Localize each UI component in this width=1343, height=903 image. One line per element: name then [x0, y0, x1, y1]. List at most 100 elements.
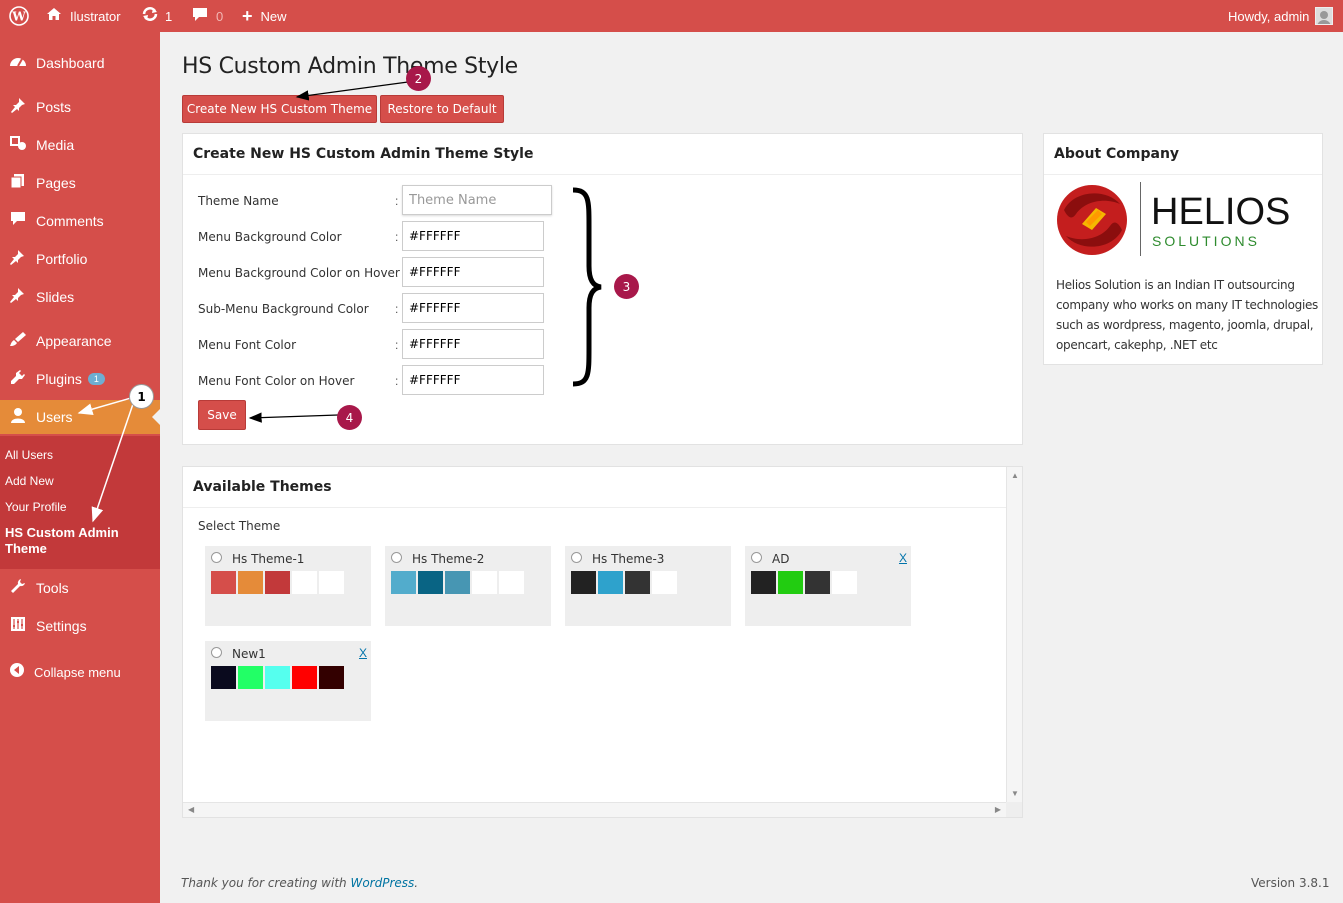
swatch: [319, 571, 344, 594]
howdy-text: Howdy, admin: [1228, 8, 1310, 24]
menu-label: Settings: [36, 618, 87, 634]
new-content-link[interactable]: + New: [242, 0, 287, 32]
restore-default-button[interactable]: Restore to Default: [380, 95, 504, 123]
field-colon: :: [395, 266, 399, 280]
swatch: [499, 571, 524, 594]
theme-radio[interactable]: [211, 552, 222, 563]
menu-appearance[interactable]: Appearance: [0, 324, 160, 358]
slides-icon: [0, 287, 36, 308]
menu-font-color-input[interactable]: [402, 329, 544, 359]
menu-bg-hover-color-input[interactable]: [402, 257, 544, 287]
menu-label: Pages: [36, 175, 76, 191]
scroll-left-arrow-icon[interactable]: ◀: [188, 805, 194, 814]
theme-card[interactable]: Hs Theme-1: [205, 546, 371, 626]
menu-pages[interactable]: Pages: [0, 166, 160, 200]
swatch: [265, 666, 290, 689]
helios-logo-icon: [1057, 185, 1127, 255]
new-label: New: [260, 8, 287, 24]
wordpress-logo-icon[interactable]: W: [9, 0, 29, 32]
submenu-hs-custom-admin-theme[interactable]: HS Custom Admin Theme: [5, 525, 145, 557]
site-name-link[interactable]: Ilustrator: [46, 0, 121, 32]
swatch: [778, 571, 803, 594]
menu-portfolio[interactable]: Portfolio: [0, 242, 160, 276]
delete-theme-link[interactable]: X: [899, 551, 907, 565]
select-theme-label: Select Theme: [198, 519, 281, 533]
menu-bg-color-input[interactable]: [402, 221, 544, 251]
create-new-theme-button[interactable]: Create New HS Custom Theme: [182, 95, 377, 123]
swatch: [319, 666, 344, 689]
submenu-bg-color-label: Sub-Menu Background Color: [198, 302, 369, 316]
theme-name-input[interactable]: [402, 185, 552, 215]
horizontal-scrollbar[interactable]: ◀ ▶: [183, 802, 1006, 817]
swatch: [265, 571, 290, 594]
swatch: [805, 571, 830, 594]
theme-card[interactable]: Hs Theme-3: [565, 546, 731, 626]
logo-divider: [1140, 182, 1141, 256]
updates-link[interactable]: 1: [141, 0, 172, 32]
menu-media[interactable]: Media: [0, 128, 160, 162]
field-colon: :: [395, 194, 399, 208]
swatch: [679, 571, 704, 594]
swatch: [391, 571, 416, 594]
create-theme-panel: Create New HS Custom Admin Theme Style T…: [182, 133, 1023, 445]
helios-logo: [1056, 184, 1130, 259]
menu-font-hover-color-input[interactable]: [402, 365, 544, 395]
users-submenu: All Users Add New Your Profile HS Custom…: [0, 436, 160, 569]
menu-label: Users: [36, 409, 73, 425]
admin-bar: W Ilustrator 1 0 + New Howdy, admin: [0, 0, 1343, 32]
swatch: [832, 571, 857, 594]
menu-font-color-label: Menu Font Color: [198, 338, 297, 352]
scroll-right-arrow-icon[interactable]: ▶: [995, 805, 1001, 814]
theme-name-label: Theme Name: [198, 194, 279, 208]
portfolio-icon: [0, 249, 36, 270]
menu-comments[interactable]: Comments: [0, 204, 160, 238]
submenu-all-users[interactable]: All Users: [5, 448, 53, 462]
delete-theme-link[interactable]: X: [359, 646, 367, 660]
theme-card[interactable]: New1 X: [205, 641, 371, 721]
theme-radio[interactable]: [571, 552, 582, 563]
menu-font-hover-color-label: Menu Font Color on Hover: [198, 374, 355, 388]
submenu-add-new[interactable]: Add New: [5, 474, 54, 488]
scroll-down-arrow-icon[interactable]: ▼: [1011, 789, 1019, 798]
annotation-marker-1: 1: [129, 384, 154, 409]
menu-bg-hover-color-label: Menu Background Color on Hover: [198, 266, 400, 280]
wordpress-link[interactable]: WordPress: [350, 876, 414, 890]
menu-posts[interactable]: Posts: [0, 90, 160, 124]
avatar: [1315, 7, 1334, 25]
comment-icon: [0, 211, 36, 231]
menu-bg-color-label: Menu Background Color: [198, 230, 342, 244]
scroll-up-arrow-icon[interactable]: ▲: [1011, 471, 1019, 480]
collapse-menu-button[interactable]: Collapse menu: [0, 655, 160, 689]
submenu-bg-color-input[interactable]: [402, 293, 544, 323]
collapse-label: Collapse menu: [34, 664, 121, 680]
menu-settings[interactable]: Settings: [0, 609, 160, 643]
theme-radio[interactable]: [751, 552, 762, 563]
wrench-icon: [0, 578, 36, 599]
menu-label: Posts: [36, 99, 72, 115]
comments-link[interactable]: 0: [192, 0, 223, 32]
field-colon: :: [395, 338, 399, 352]
theme-radio[interactable]: [391, 552, 402, 563]
theme-card[interactable]: Hs Theme-2: [385, 546, 551, 626]
theme-radio[interactable]: [211, 647, 222, 658]
logo-subtitle: SOLUTIONS: [1152, 233, 1260, 249]
vertical-scrollbar[interactable]: ▲ ▼: [1006, 467, 1022, 802]
home-icon: [46, 7, 62, 25]
my-account-link[interactable]: Howdy, admin: [1228, 0, 1334, 32]
menu-slides[interactable]: Slides: [0, 280, 160, 314]
pages-icon: [0, 173, 36, 194]
save-button[interactable]: Save: [198, 400, 246, 430]
annotation-marker-2: 2: [406, 66, 431, 91]
theme-card[interactable]: AD X: [745, 546, 911, 626]
menu-tools[interactable]: Tools: [0, 571, 160, 605]
plug-icon: [0, 369, 36, 390]
field-colon: :: [395, 302, 399, 316]
available-themes-title: Available Themes: [183, 467, 1006, 508]
swatch: [238, 571, 263, 594]
swatch: [238, 666, 263, 689]
submenu-your-profile[interactable]: Your Profile: [5, 500, 67, 514]
menu-label: Comments: [36, 213, 104, 229]
plus-icon: +: [242, 5, 253, 26]
menu-dashboard[interactable]: Dashboard: [0, 46, 160, 80]
user-icon: [0, 407, 36, 428]
